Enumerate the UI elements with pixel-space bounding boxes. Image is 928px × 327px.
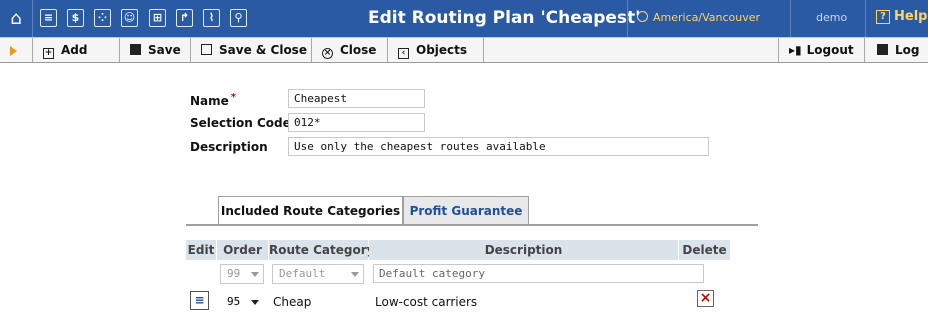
close-icon: × (322, 48, 333, 59)
toolbar: + Add Save Save & Close × Close ‹ Objects ▸… (0, 37, 928, 63)
description-input[interactable]: Use only the cheapest routes available (288, 137, 709, 156)
route-category-cell: Cheap (273, 295, 312, 309)
clock-icon (637, 11, 648, 22)
objects-button[interactable]: ‹ Objects (398, 38, 467, 63)
selection-code-label: Selection Code (190, 116, 291, 130)
user-name[interactable]: demo (816, 11, 847, 24)
bracket-icon[interactable]: ⊞ (149, 9, 166, 27)
default-description-input: Default category (373, 264, 704, 283)
logout-button[interactable]: ▸▮ Logout (789, 38, 854, 63)
column-header-edit: Edit (186, 240, 216, 260)
chevron-down-icon (351, 272, 359, 277)
name-input[interactable]: Cheapest (288, 89, 425, 108)
grid-icon[interactable]: ⁘ (94, 9, 111, 27)
order-select[interactable]: 95 (220, 292, 264, 312)
help-link[interactable]: ? Help (876, 9, 927, 24)
expand-arrow-icon[interactable] (10, 46, 17, 56)
edit-row-icon[interactable]: ≡ (190, 291, 209, 310)
list-icon[interactable]: ≡ (40, 9, 57, 27)
column-header-delete: Delete (679, 240, 730, 260)
column-header-description: Description (369, 240, 678, 260)
header-bar: ⌂ ≡ $ ⁘ ☺ ⊞ ↱ ⌇ ⚲ Edit Routing Plan 'Che… (0, 0, 928, 37)
default-order-select: 99 (220, 264, 264, 284)
search-icon[interactable]: ⚲ (230, 9, 247, 27)
description-label: Description (190, 140, 268, 154)
save-close-icon (201, 44, 212, 55)
save-button[interactable]: Save (130, 38, 181, 63)
home-icon[interactable]: ⌂ (0, 0, 33, 37)
save-icon (130, 44, 141, 55)
name-label: Name * (190, 92, 237, 108)
column-header-order: Order (217, 240, 268, 260)
close-button[interactable]: × Close (322, 38, 376, 63)
column-header-route-category: Route Category (269, 240, 374, 260)
route-icon[interactable]: ↱ (176, 9, 193, 27)
objects-icon: ‹ (398, 48, 409, 59)
dollar-icon[interactable]: $ (67, 9, 84, 27)
help-icon: ? (876, 10, 890, 24)
default-category-select: Default (272, 264, 364, 284)
tab-included-route-categories[interactable]: Included Route Categories (218, 196, 403, 226)
delete-row-icon[interactable]: × (697, 290, 714, 307)
timezone-link[interactable]: America/Vancouver (637, 11, 760, 24)
page-title: Edit Routing Plan 'Cheapest' (368, 8, 641, 28)
chevron-down-icon (251, 272, 259, 277)
selection-code-input[interactable]: 012* (288, 113, 425, 132)
save-close-button[interactable]: Save & Close (201, 38, 307, 63)
person-icon[interactable]: ☺ (121, 9, 138, 27)
chevron-down-icon (251, 300, 259, 305)
tab-profit-guarantee[interactable]: Profit Guarantee (403, 196, 529, 226)
plus-icon: + (43, 48, 54, 59)
log-button[interactable]: Log (877, 38, 919, 63)
chart-icon[interactable]: ⌇ (203, 9, 220, 27)
log-icon (877, 44, 888, 55)
logout-icon: ▸▮ (789, 43, 802, 57)
tab-divider (186, 224, 758, 226)
add-button[interactable]: + Add (43, 38, 87, 63)
description-cell: Low-cost carriers (375, 295, 478, 309)
